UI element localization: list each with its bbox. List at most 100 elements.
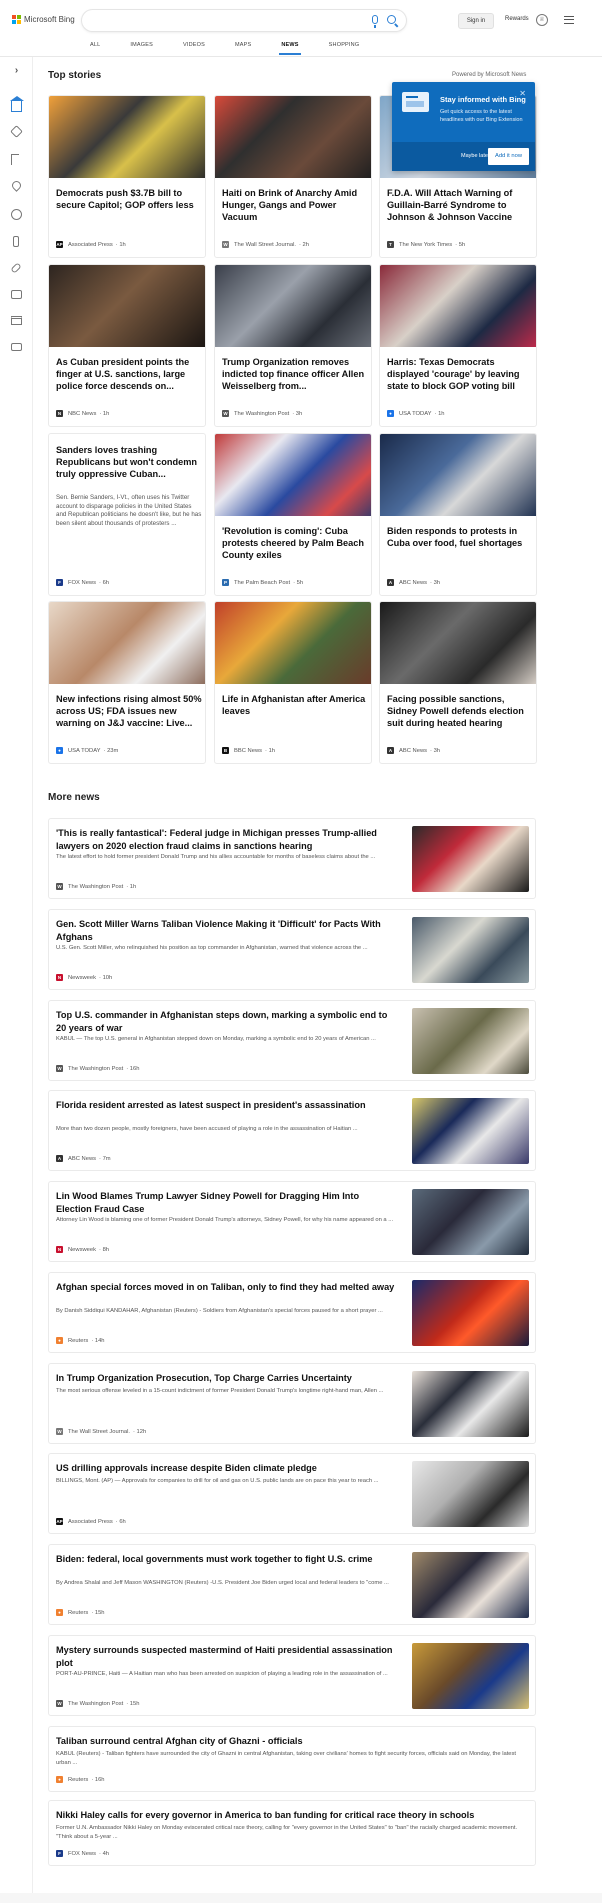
tab-all[interactable]: ALL [90,42,100,56]
story-source[interactable]: ● USA TODAY · 23m [56,747,118,754]
bing-logo[interactable]: Microsoft Bing [12,15,75,24]
story-image[interactable] [49,96,205,178]
story-image[interactable] [380,602,536,684]
location-pin-icon[interactable] [10,179,23,192]
story-title[interactable]: As Cuban president points the finger at … [56,356,202,392]
news-source[interactable]: A ABC News · 7m [56,1155,111,1162]
video-icon[interactable] [11,290,22,299]
news-thumbnail[interactable] [412,1371,529,1437]
news-title[interactable]: Mystery surrounds suspected mastermind o… [56,1644,396,1669]
rocket-icon[interactable] [10,262,22,274]
story-source[interactable]: B BBC News · 1h [222,747,275,754]
news-title[interactable]: US drilling approvals increase despite B… [56,1462,396,1475]
story-title[interactable]: Democrats push $3.7B bill to secure Capi… [56,187,202,211]
story-source[interactable]: ● USA TODAY · 1h [387,410,445,417]
news-title[interactable]: Top U.S. commander in Afghanistan steps … [56,1009,396,1034]
news-list-item[interactable]: In Trump Organization Prosecution, Top C… [48,1363,536,1444]
story-source[interactable]: P The Palm Beach Post · 5h [222,579,303,586]
news-thumbnail[interactable] [412,826,529,892]
news-thumbnail[interactable] [412,1189,529,1255]
rewards-link[interactable]: Rewards [505,16,529,22]
story-card[interactable]: Harris: Texas Democrats displayed 'coura… [379,264,537,427]
story-card[interactable]: Facing possible sanctions, Sidney Powell… [379,601,537,764]
story-title[interactable]: Biden responds to protests in Cuba over … [387,525,533,549]
news-thumbnail[interactable] [412,1008,529,1074]
story-image[interactable] [49,602,205,684]
story-image[interactable] [215,265,371,347]
story-source[interactable]: T The New York Times · 5h [387,241,465,248]
tab-maps[interactable]: MAPS [235,42,251,56]
maybe-later-button[interactable]: Maybe later [461,153,490,159]
search-input[interactable] [82,10,406,31]
news-thumbnail[interactable] [412,917,529,983]
news-source[interactable]: W The Washington Post · 1h [56,883,136,890]
news-thumbnail[interactable] [412,1280,529,1346]
news-title[interactable]: 'This is really fantastical': Federal ju… [56,827,396,852]
signin-button[interactable]: Sign in [458,13,494,29]
story-card[interactable]: Haiti on Brink of Anarchy Amid Hunger, G… [214,95,372,258]
news-list-item[interactable]: US drilling approvals increase despite B… [48,1453,536,1534]
story-title[interactable]: Facing possible sanctions, Sidney Powell… [387,693,533,729]
story-card[interactable]: As Cuban president points the finger at … [48,264,206,427]
flag-icon[interactable] [11,154,19,165]
tab-news[interactable]: NEWS [279,42,302,56]
story-card[interactable]: 'Revolution is coming': Cuba protests ch… [214,433,372,596]
microscope-icon[interactable] [13,236,19,247]
add-extension-button[interactable]: Add it now [488,148,529,165]
story-title[interactable]: Life in Afghanistan after America leaves [222,693,368,717]
news-source[interactable]: AP Associated Press · 6h [56,1518,126,1525]
news-source[interactable]: ● Reuters · 16h [56,1776,105,1783]
news-list-item[interactable]: Taliban surround central Afghan city of … [48,1726,536,1792]
story-title[interactable]: Trump Organization removes indicted top … [222,356,368,392]
story-card[interactable]: Life in Afghanistan after America leaves… [214,601,372,764]
story-title[interactable]: Harris: Texas Democrats displayed 'coura… [387,356,533,392]
news-title[interactable]: Lin Wood Blames Trump Lawyer Sidney Powe… [56,1190,396,1215]
news-thumbnail[interactable] [412,1461,529,1527]
story-source[interactable]: AP Associated Press · 1h [56,241,126,248]
story-source[interactable]: W The Washington Post · 3h [222,410,302,417]
story-card[interactable]: New infections rising almost 50% across … [48,601,206,764]
news-thumbnail[interactable] [412,1098,529,1164]
menu-icon[interactable] [564,16,574,24]
coronavirus-icon[interactable] [10,125,23,138]
card-icon[interactable] [11,343,22,351]
story-source[interactable]: W The Wall Street Journal. · 2h [222,241,309,248]
rewards-trophy-icon[interactable]: ♕ [536,14,548,26]
news-title[interactable]: Nikki Haley calls for every governor in … [56,1809,526,1822]
story-source[interactable]: N NBC News · 1h [56,410,109,417]
news-source[interactable]: F FOX News · 4h [56,1850,109,1857]
story-image[interactable] [215,96,371,178]
news-list-item[interactable]: Top U.S. commander in Afghanistan steps … [48,1000,536,1081]
close-icon[interactable]: ✕ [519,89,526,98]
globe-icon[interactable] [11,209,22,220]
story-source[interactable]: A ABC News · 3h [387,579,440,586]
news-list-item[interactable]: Lin Wood Blames Trump Lawyer Sidney Powe… [48,1181,536,1262]
expand-rail-chevron-icon[interactable]: › [11,65,22,76]
news-source[interactable]: N Newsweek · 8h [56,1246,109,1253]
news-title[interactable]: Gen. Scott Miller Warns Taliban Violence… [56,918,396,943]
story-title[interactable]: 'Revolution is coming': Cuba protests ch… [222,525,368,561]
bank-icon[interactable] [11,316,22,325]
story-title[interactable]: Haiti on Brink of Anarchy Amid Hunger, G… [222,187,368,223]
search-icon[interactable] [387,15,396,24]
story-card[interactable]: Trump Organization removes indicted top … [214,264,372,427]
news-source[interactable]: W The Washington Post · 16h [56,1065,139,1072]
news-list-item[interactable]: Afghan special forces moved in on Taliba… [48,1272,536,1353]
news-list-item[interactable]: Nikki Haley calls for every governor in … [48,1800,536,1866]
tab-shopping[interactable]: SHOPPING [329,42,360,56]
news-list-item[interactable]: Mystery surrounds suspected mastermind o… [48,1635,536,1716]
story-card[interactable]: Democrats push $3.7B bill to secure Capi… [48,95,206,258]
tab-images[interactable]: IMAGES [130,42,153,56]
story-source[interactable]: F FOX News · 6h [56,579,109,586]
story-title[interactable]: New infections rising almost 50% across … [56,693,202,729]
news-list-item[interactable]: Biden: federal, local governments must w… [48,1544,536,1625]
news-source[interactable]: W The Wall Street Journal. · 12h [56,1428,146,1435]
home-icon[interactable] [10,96,24,112]
story-source[interactable]: A ABC News · 3h [387,747,440,754]
story-image[interactable] [49,265,205,347]
news-thumbnail[interactable] [412,1643,529,1709]
story-title[interactable]: F.D.A. Will Attach Warning of Guillain-B… [387,187,533,223]
news-source[interactable]: ● Reuters · 14h [56,1337,105,1344]
news-thumbnail[interactable] [412,1552,529,1618]
tab-videos[interactable]: VIDEOS [183,42,205,56]
